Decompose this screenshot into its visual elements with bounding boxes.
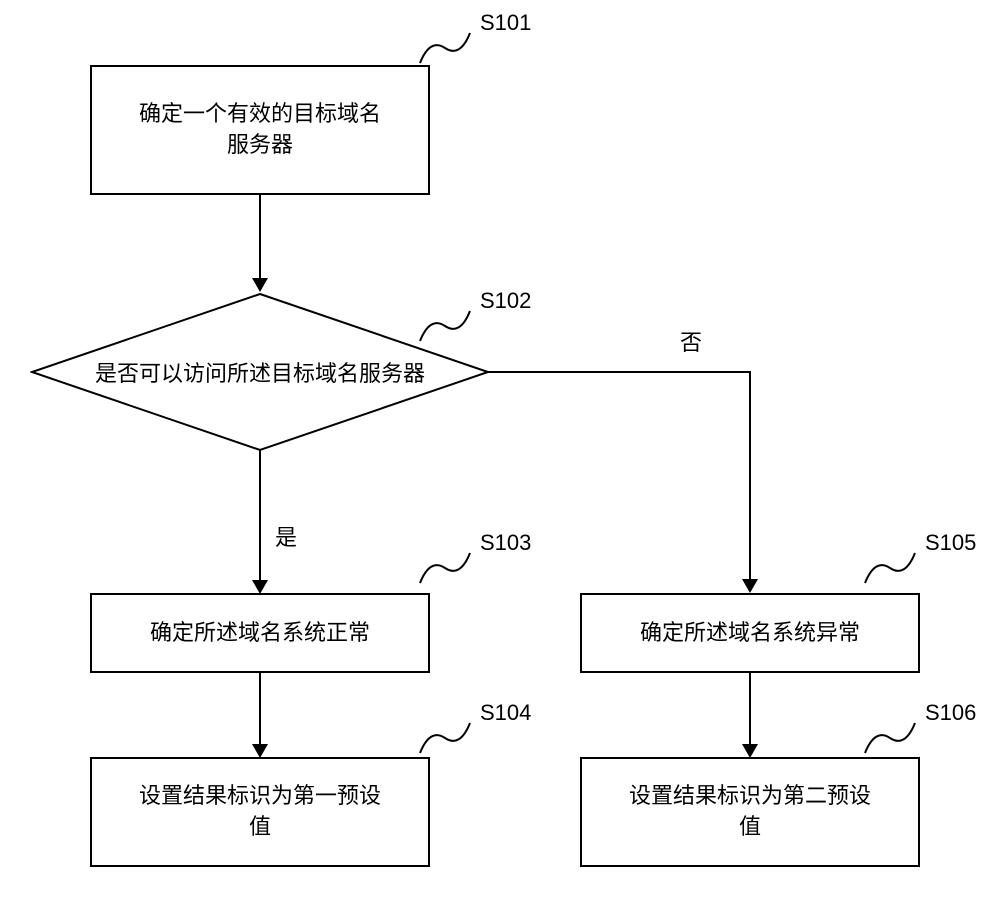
line-diamond-right xyxy=(488,371,750,373)
arrow-s103-s104 xyxy=(259,673,261,746)
box-s103-text: 确定所述域名系统正常 xyxy=(150,618,370,649)
box-s104-text: 设置结果标识为第一预设 值 xyxy=(139,781,381,843)
step-label-s105: S105 xyxy=(925,530,976,556)
step-label-s101: S101 xyxy=(480,10,531,36)
box-s105: 确定所述域名系统异常 xyxy=(580,593,920,673)
step-label-s106: S106 xyxy=(925,700,976,726)
flowchart-diagram: S101 确定一个有效的目标域名 服务器 S102 是否可以访问所述目标域名服务… xyxy=(0,0,1000,898)
line-to-s105-vert xyxy=(749,371,751,581)
wavy-connector-s104 xyxy=(415,718,475,758)
box-s106-text: 设置结果标识为第二预设 值 xyxy=(629,781,871,843)
box-s104: 设置结果标识为第一预设 值 xyxy=(90,757,430,867)
box-s101: 确定一个有效的目标域名 服务器 xyxy=(90,65,430,195)
arrow-head-s104 xyxy=(252,744,268,758)
arrow-head-s106 xyxy=(742,744,758,758)
box-s105-text: 确定所述域名系统异常 xyxy=(640,618,860,649)
arrow-diamond-s103 xyxy=(259,450,261,582)
arrow-s105-s106 xyxy=(749,673,751,746)
box-s103: 确定所述域名系统正常 xyxy=(90,593,430,673)
arrow-head-s101-s102 xyxy=(252,278,268,292)
edge-label-yes: 是 xyxy=(275,520,297,552)
step-label-s103: S103 xyxy=(480,530,531,556)
arrow-head-s103 xyxy=(252,580,268,594)
wavy-connector-s101 xyxy=(415,28,475,68)
box-s101-text: 确定一个有效的目标域名 服务器 xyxy=(139,99,381,161)
wavy-connector-s106 xyxy=(860,718,920,758)
wavy-connector-s103 xyxy=(415,548,475,588)
diamond-s102-text: 是否可以访问所述目标域名服务器 xyxy=(95,356,425,388)
box-s106: 设置结果标识为第二预设 值 xyxy=(580,757,920,867)
step-label-s104: S104 xyxy=(480,700,531,726)
diamond-s102: 是否可以访问所述目标域名服务器 xyxy=(30,292,490,452)
edge-label-no: 否 xyxy=(680,325,702,357)
arrow-head-s105 xyxy=(742,579,758,593)
wavy-connector-s105 xyxy=(860,548,920,588)
arrow-s101-s102 xyxy=(259,195,261,280)
